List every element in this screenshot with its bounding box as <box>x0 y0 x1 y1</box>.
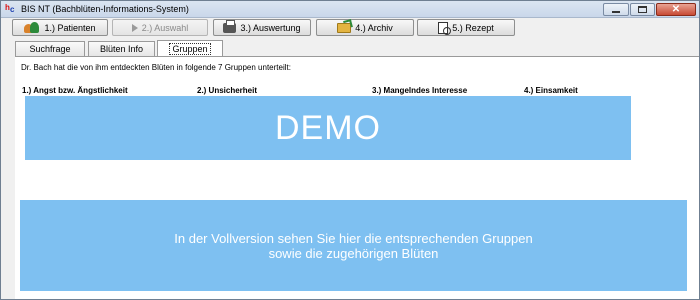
patients-icon <box>24 21 40 34</box>
group-heading: 3.) Mangelndes Interesse <box>372 86 468 95</box>
rezept-button-label: 5.) Rezept <box>452 22 494 33</box>
intro-text: Dr. Bach hat die von ihm entdeckten Blüt… <box>21 63 291 72</box>
folder-icon <box>337 22 352 33</box>
tab-blueten-info-label: Blüten Info <box>99 44 144 54</box>
title-bar[interactable]: hc BIS NT (Bachblüten-Informations-Syste… <box>1 1 699 18</box>
demo-banner: DEMO <box>25 96 631 160</box>
tab-suchfrage-label: Suchfrage <box>29 44 71 54</box>
document-search-icon <box>438 21 452 35</box>
notice-line: In der Vollversion sehen Sie hier die en… <box>174 230 533 246</box>
demo-label: DEMO <box>275 108 381 147</box>
maximize-button[interactable] <box>630 3 655 16</box>
tab-gruppen[interactable]: Gruppen <box>157 40 223 56</box>
group-heading: 4.) Einsamkeit <box>524 86 578 95</box>
minimize-icon <box>612 11 620 13</box>
close-icon: ✕ <box>671 3 681 15</box>
app-window: hc BIS NT (Bachblüten-Informations-Syste… <box>0 0 700 300</box>
auswertung-button-label: 3.) Auswertung <box>240 22 301 33</box>
patienten-button-label: 1.) Patienten <box>44 22 96 33</box>
group-heading: 1.) Angst bzw. Ängstlichkeit <box>22 86 128 95</box>
gruppen-panel: Dr. Bach hat die von ihm entdeckten Blüt… <box>15 56 699 299</box>
rezept-button[interactable]: 5.) Rezept <box>417 19 515 36</box>
printer-icon <box>223 19 237 33</box>
full-version-notice: In der Vollversion sehen Sie hier die en… <box>20 200 687 291</box>
window-title: BIS NT (Bachblüten-Informations-System) <box>21 4 189 14</box>
app-logo-icon: hc <box>5 3 15 14</box>
tab-gruppen-label: Gruppen <box>169 42 211 55</box>
auswertung-button[interactable]: 3.) Auswertung <box>213 19 311 36</box>
play-icon <box>131 23 138 32</box>
tab-blueten-info[interactable]: Blüten Info <box>88 41 155 56</box>
tab-suchfrage[interactable]: Suchfrage <box>15 41 85 56</box>
close-button[interactable]: ✕ <box>656 3 696 16</box>
group-heading: 2.) Unsicherheit <box>197 86 258 95</box>
archiv-button[interactable]: 4.) Archiv <box>316 19 414 36</box>
auswahl-button-label: 2.) Auswahl <box>141 22 189 33</box>
group-headings: 1.) Angst bzw. Ängstlichkeit 2.) Unsiche… <box>15 86 699 96</box>
notice-line: sowie die zugehörigen Blüten <box>268 245 439 261</box>
minimize-button[interactable] <box>603 3 629 16</box>
auswahl-button[interactable]: 2.) Auswahl <box>112 19 208 36</box>
patienten-button[interactable]: 1.) Patienten <box>12 19 108 36</box>
archiv-button-label: 4.) Archiv <box>355 22 393 33</box>
main-toolbar: 1.) Patienten 2.) Auswahl 3.) Auswertung… <box>1 19 699 38</box>
maximize-icon <box>638 6 647 13</box>
